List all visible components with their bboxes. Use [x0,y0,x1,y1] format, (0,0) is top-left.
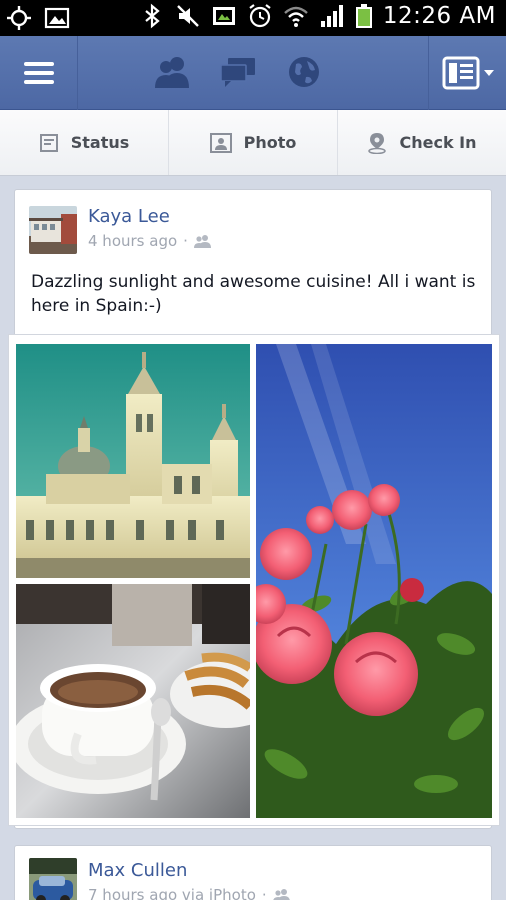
bluetooth-icon [145,3,160,29]
photo-button[interactable]: Photo [169,110,338,175]
clock: 12:26 AM [382,3,496,29]
location-pin-icon [368,132,387,154]
publisher-bar: Status Photo Check In [0,110,506,176]
avatar[interactable] [29,206,77,254]
news-feed-icon [442,56,494,90]
menu-button[interactable] [0,36,78,110]
gallery-icon [44,7,70,29]
status-button[interactable]: Status [0,110,169,175]
avatar[interactable] [29,858,77,900]
wifi-icon [284,6,308,27]
menu-icon [23,62,54,84]
photo-grid [8,334,500,826]
messages-button[interactable] [216,50,260,94]
story-meta: 7 hours ago via iPhoto · [88,886,291,900]
notifications-globe-icon [289,57,319,87]
signal-icon [320,5,343,27]
status-label: Status [70,133,130,152]
mute-icon [176,5,199,27]
meta-separator: · [261,886,267,900]
check-in-label: Check In [399,133,477,152]
story-meta: 4 hours ago · [88,232,212,250]
story-message: Dazzling sunlight and awesome cuisine! A… [31,272,476,316]
news-feed-button[interactable] [428,36,506,110]
cathedral-photo[interactable] [16,344,250,578]
notifications-button[interactable] [282,50,326,94]
friends-privacy-icon [272,889,290,900]
app-header [0,36,506,110]
friends-privacy-icon [193,235,211,248]
meta-separator: · [183,232,188,250]
gps-icon [7,6,31,30]
screenshot-icon [212,7,235,25]
messages-icon [220,58,255,87]
roses-photo[interactable] [256,344,492,818]
check-in-button[interactable]: Check In [338,110,506,175]
friend-requests-icon [155,57,189,88]
author-name[interactable]: Kaya Lee [88,206,170,227]
battery-icon [355,4,372,28]
friend-requests-button[interactable] [150,50,194,94]
photo-label: Photo [243,133,297,152]
photo-icon [209,132,232,153]
alarm-icon [249,4,271,28]
timestamp[interactable]: 7 hours ago via iPhoto [88,886,256,900]
timestamp[interactable]: 4 hours ago [88,232,177,250]
feed-story: Max Cullen 7 hours ago via iPhoto · [14,845,492,900]
author-name[interactable]: Max Cullen [88,860,187,881]
status-bar: 12:26 AM [0,0,506,36]
coffee-churros-photo[interactable] [16,584,250,818]
status-pencil-icon [39,133,58,152]
